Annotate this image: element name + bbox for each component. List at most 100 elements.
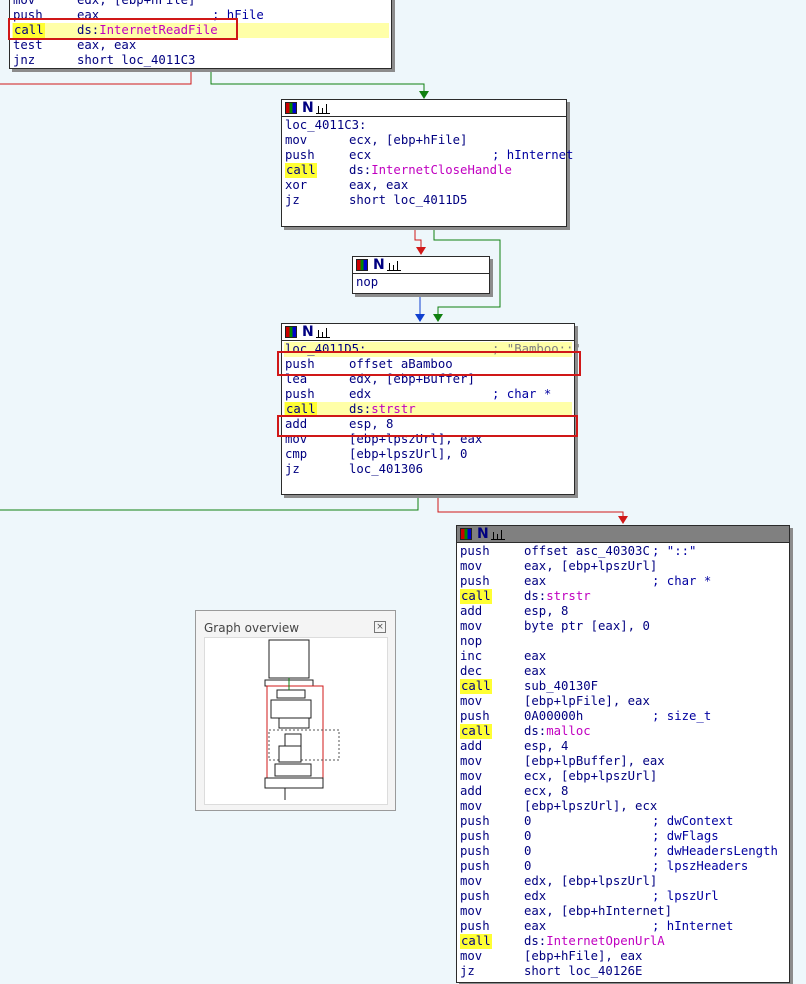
operands[interactable]: ecx (349, 148, 371, 163)
asm-line[interactable]: mov eax, [ebp+lpszUrl] (459, 559, 787, 574)
mnemonic[interactable]: push (460, 919, 490, 934)
api-name[interactable]: malloc (546, 724, 590, 738)
mnemonic[interactable]: xor (285, 178, 307, 193)
operands[interactable]: ds:strstr (524, 589, 591, 604)
asm-line[interactable]: jz short loc_4011D5 (284, 193, 564, 208)
asm-line[interactable]: mov ecx, [ebp+hFile] (284, 133, 564, 148)
asm-line[interactable]: push 0A00000h ; size_t (459, 709, 787, 724)
operands[interactable]: edx (349, 387, 371, 402)
asm-line[interactable]: push eax ; hFile (12, 8, 389, 23)
mnemonic[interactable]: mov (285, 133, 307, 148)
asm-line[interactable]: call ds:strstr (284, 402, 572, 417)
operands[interactable]: ds:InternetCloseHandle (349, 163, 512, 178)
asm-line[interactable]: push edx ; lpszUrl (459, 889, 787, 904)
asm-line[interactable]: call sub_40130F (459, 679, 787, 694)
asm-line[interactable]: call ds:InternetReadFile (12, 23, 389, 38)
mnemonic[interactable]: add (285, 417, 307, 432)
asm-line[interactable]: mov edx, [ebp+hFile] (12, 0, 389, 8)
asm-line[interactable]: call ds:InternetOpenUrlA (459, 934, 787, 949)
mnemonic[interactable]: mov (460, 769, 482, 784)
asm-line[interactable]: push eax ; char * (459, 574, 787, 589)
mnemonic[interactable]: call (460, 724, 492, 739)
asm-line[interactable]: nop (459, 634, 787, 649)
code-block-loc-4011d5[interactable]: Nloc_4011D5: ; "Bamboo::" push offset aBamb… (281, 323, 581, 495)
operands[interactable]: ds:InternetReadFile (77, 23, 218, 38)
asm-line[interactable]: xor eax, eax (284, 178, 564, 193)
operands[interactable]: eax (77, 8, 99, 23)
asm-line[interactable]: call ds:InternetCloseHandle (284, 163, 564, 178)
asm-line[interactable]: push edx ; char * (284, 387, 572, 402)
api-name[interactable]: strstr (546, 589, 590, 603)
mnemonic[interactable]: add (460, 784, 482, 799)
close-icon[interactable]: × (374, 621, 386, 633)
overview-canvas[interactable] (204, 637, 388, 805)
mnemonic[interactable]: mov (460, 619, 482, 634)
operands[interactable]: edx (524, 889, 546, 904)
asm-line[interactable]: push 0 ; dwHeadersLength (459, 844, 787, 859)
operands[interactable]: 0A00000h (524, 709, 583, 724)
mnemonic[interactable]: inc (460, 649, 482, 664)
mnemonic[interactable]: jnz (13, 53, 35, 68)
mnemonic[interactable]: push (460, 859, 490, 874)
asm-line[interactable]: test eax, eax (12, 38, 389, 53)
code-block-nop[interactable]: Nnop (352, 256, 490, 294)
mnemonic[interactable]: lea (285, 372, 307, 387)
mnemonic[interactable]: cmp (285, 447, 307, 462)
mnemonic[interactable]: call (460, 679, 492, 694)
code-block-loc-4011c3[interactable]: Nloc_4011C3: mov ecx, [ebp+hFile] push ecx ; … (281, 99, 573, 227)
operands[interactable]: offset aBamboo (349, 357, 453, 372)
api-name[interactable]: InternetOpenUrlA (546, 934, 664, 948)
asm-line[interactable]: add esp, 8 (284, 417, 572, 432)
mnemonic[interactable]: mov (460, 799, 482, 814)
asm-line[interactable]: loc_4011C3: (284, 118, 564, 133)
operands[interactable]: eax, [ebp+lpszUrl] (524, 559, 657, 574)
mnemonic[interactable]: call (285, 163, 317, 178)
asm-line[interactable]: push offset aBamboo (284, 357, 572, 372)
operands[interactable]: ecx, [ebp+lpszUrl] (524, 769, 657, 784)
mnemonic[interactable]: push (460, 814, 490, 829)
mnemonic[interactable]: mov (460, 694, 482, 709)
mnemonic[interactable]: mov (460, 874, 482, 889)
operands[interactable]: offset asc_40303C (524, 544, 650, 559)
api-name[interactable]: strstr (371, 402, 415, 416)
operands[interactable]: ecx, [ebp+hFile] (349, 133, 467, 148)
asm-line[interactable]: mov [ebp+lpFile], eax (459, 694, 787, 709)
asm-line[interactable]: mov [ebp+lpszUrl], ecx (459, 799, 787, 814)
mnemonic[interactable]: push (460, 574, 490, 589)
mnemonic[interactable]: mov (13, 0, 35, 8)
operands[interactable]: eax (524, 664, 546, 679)
asm-line[interactable]: mov [ebp+hFile], eax (459, 949, 787, 964)
operands[interactable]: edx, [ebp+Buffer] (349, 372, 475, 387)
operands[interactable]: eax (524, 649, 546, 664)
operands[interactable]: short loc_4011C3 (77, 53, 195, 68)
operands[interactable]: eax (524, 574, 546, 589)
operands[interactable]: sub_40130F (524, 679, 598, 694)
operands[interactable]: ecx, 8 (524, 784, 568, 799)
mnemonic[interactable]: call (285, 402, 317, 417)
mnemonic[interactable]: call (13, 23, 45, 38)
asm-line[interactable]: add esp, 8 (459, 604, 787, 619)
operands[interactable]: esp, 8 (349, 417, 393, 432)
mnemonic[interactable]: push (285, 387, 315, 402)
mnemonic[interactable]: mov (460, 904, 482, 919)
asm-line[interactable]: push 0 ; lpszHeaders (459, 859, 787, 874)
asm-line[interactable]: dec eax (459, 664, 787, 679)
asm-line[interactable]: mov edx, [ebp+lpszUrl] (459, 874, 787, 889)
asm-line[interactable]: add esp, 4 (459, 739, 787, 754)
mnemonic[interactable]: push (460, 544, 490, 559)
asm-line[interactable]: mov byte ptr [eax], 0 (459, 619, 787, 634)
asm-line[interactable]: push 0 ; dwContext (459, 814, 787, 829)
asm-line[interactable]: push 0 ; dwFlags (459, 829, 787, 844)
operands[interactable]: [ebp+lpFile], eax (524, 694, 650, 709)
operands[interactable]: eax, [ebp+hInternet] (524, 904, 672, 919)
mnemonic[interactable]: nop (356, 275, 378, 290)
code-label[interactable]: loc_4011D5: (285, 342, 366, 357)
operands[interactable]: eax (524, 919, 546, 934)
mnemonic[interactable]: nop (460, 634, 482, 649)
asm-line[interactable]: mov eax, [ebp+hInternet] (459, 904, 787, 919)
mnemonic[interactable]: mov (460, 559, 482, 574)
mnemonic[interactable]: mov (285, 432, 307, 447)
operands[interactable]: [ebp+lpszUrl], ecx (524, 799, 657, 814)
asm-line[interactable]: lea edx, [ebp+Buffer] (284, 372, 572, 387)
operands[interactable]: eax, eax (349, 178, 408, 193)
